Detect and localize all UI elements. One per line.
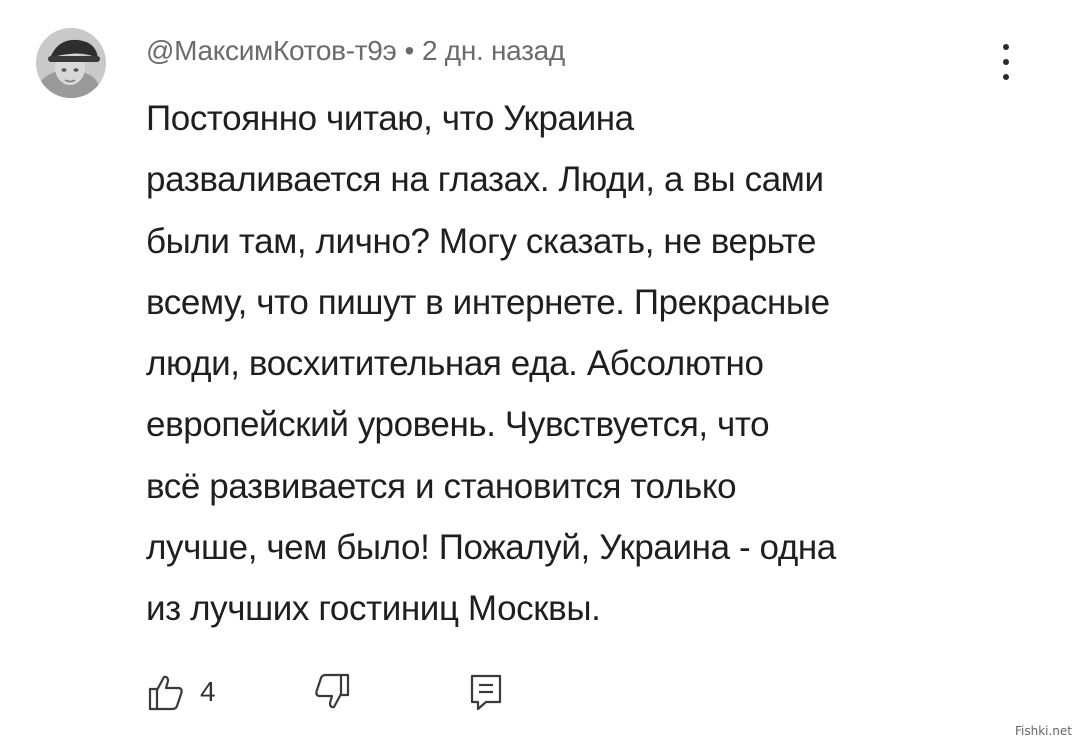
more-vert-icon [1003, 44, 1009, 50]
comment-timestamp[interactable]: 2 дн. назад [422, 35, 565, 66]
reply-icon [470, 674, 502, 711]
comment-text: Постоянно читаю, что Украина разваливает… [146, 88, 1006, 640]
comment-text-line: были там, лично? Могу сказать, не верьте [146, 221, 817, 261]
thumbs-down-icon [315, 673, 350, 709]
comment-text-line: люди, восхитительная еда. Абсолютно [146, 344, 764, 384]
avatar-image [36, 28, 106, 98]
meta-separator: • [404, 35, 415, 66]
more-options-button[interactable] [992, 40, 1020, 84]
comment-text-line: разваливается на глазах. Люди, а вы сами [146, 160, 824, 200]
like-count: 4 [200, 676, 216, 707]
comment-text-line: Постоянно читаю, что Украина [146, 99, 634, 138]
thumbs-up-icon [148, 675, 183, 711]
more-vert-icon-dot-2 [1003, 59, 1009, 65]
reply-button[interactable] [466, 672, 506, 712]
comment-card: @МаксимКотов-т9э • 2 дн. назад Постоянно ч… [0, 0, 1080, 742]
author-name[interactable]: @МаксимКотов-т9э [146, 35, 397, 66]
like-button[interactable] [146, 672, 186, 712]
comment-meta: @МаксимКотов-т9э • 2 дн. назад [146, 33, 565, 69]
comment-text-line: лучше, чем было! Пожалуй, Украина - одна [146, 528, 836, 568]
comment-text-line: всему, что пишут в интернете. Прекрасные [146, 282, 830, 322]
comment-text-line: европейский уровень. Чувствуется, что [146, 405, 770, 445]
dislike-button[interactable] [312, 672, 352, 712]
avatar[interactable] [36, 28, 106, 98]
comment-actions: 4 [140, 668, 560, 718]
comment-text-line: из лучших гостиниц Москвы. [146, 589, 601, 629]
more-vert-icon-dot-3 [1003, 74, 1009, 80]
watermark: Fishki.net [1014, 724, 1072, 738]
comment-text-line: всё развивается и становится только [146, 466, 737, 506]
